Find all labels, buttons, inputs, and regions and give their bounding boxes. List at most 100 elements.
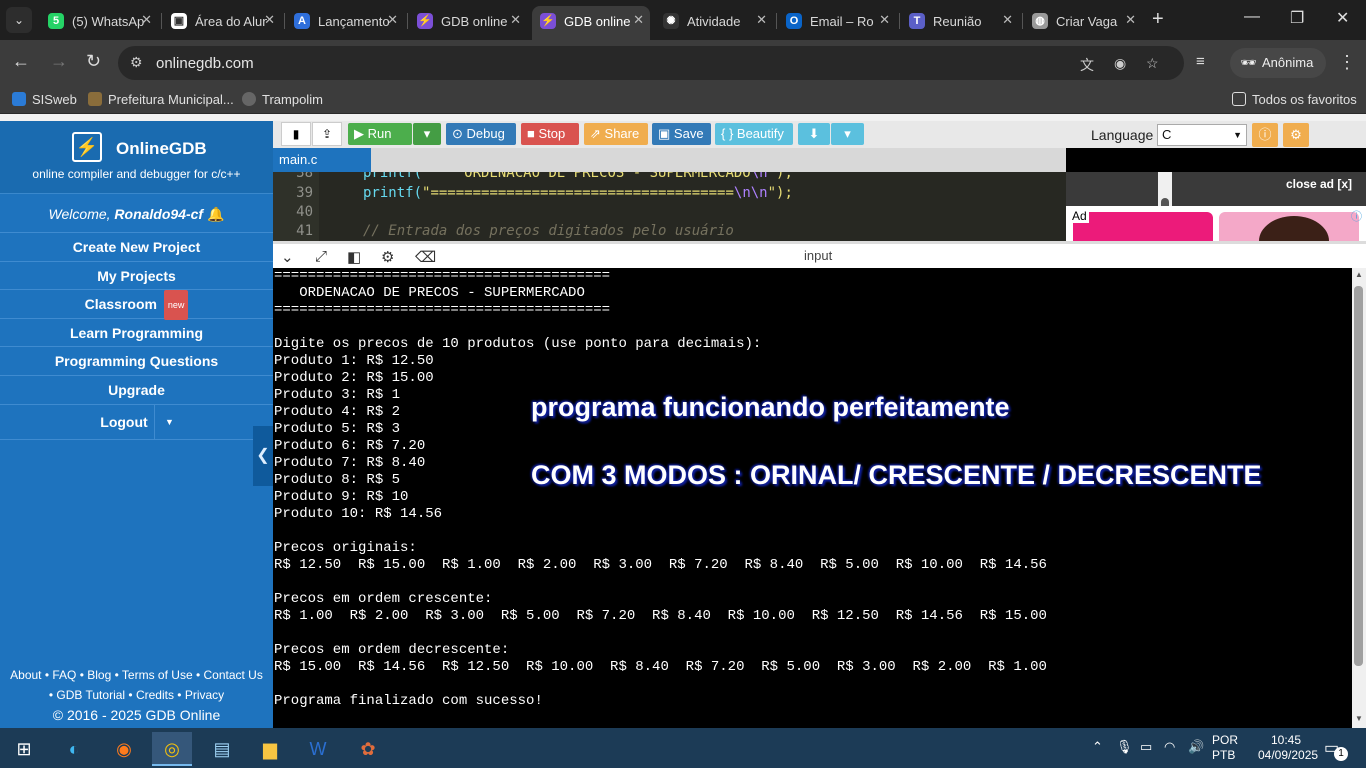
firefox-icon[interactable]: ◉ [104, 732, 144, 766]
upload-icon[interactable]: ⇪ [312, 122, 342, 146]
browser-tab[interactable]: ⚡ GDB online ✕ [532, 6, 650, 40]
browser-tab[interactable]: ✺ Atividade ✕ [655, 6, 773, 36]
battery-icon[interactable]: ▭ [1140, 739, 1152, 755]
code-editor[interactable]: 38 printf(" ORDENACAO DE PRECOS - SUPERM… [273, 172, 1066, 241]
run-options-dropdown[interactable]: ▾ [413, 123, 441, 145]
file-explorer-icon[interactable]: ▆ [250, 732, 290, 766]
forward-button[interactable]: → [50, 51, 68, 72]
info-icon[interactable]: ⓘ [1252, 123, 1278, 147]
new-file-icon[interactable]: ▮ [281, 122, 311, 146]
microphone-icon[interactable]: 🎙 [1116, 739, 1133, 755]
input-label[interactable]: input [804, 248, 832, 263]
ad-image-left[interactable] [1073, 212, 1213, 241]
ad-image-right[interactable] [1219, 212, 1359, 241]
clock[interactable]: 10:45 04/09/2025 [1258, 733, 1318, 763]
file-tab-main-c[interactable]: main.c [273, 148, 371, 172]
language-select[interactable]: C ▼ [1157, 124, 1247, 146]
wifi-icon[interactable]: ◠ [1164, 739, 1175, 755]
bookmark-trampolim[interactable]: Trampolim [242, 92, 323, 107]
tab-search-button[interactable]: ⌄ [6, 7, 32, 33]
show-hidden-icons[interactable]: ⌃ [1092, 739, 1103, 755]
close-tab-icon[interactable]: ✕ [510, 12, 521, 28]
url-text[interactable]: onlinegdb.com [156, 55, 254, 72]
bookmark-star-icon[interactable]: ☆ [1146, 55, 1159, 72]
translate-icon[interactable]: 文 [1080, 55, 1094, 75]
restore-button[interactable]: ❐ [1290, 8, 1304, 28]
word-icon[interactable]: W [298, 732, 338, 766]
browser-tab[interactable]: A Lançamentos ✕ [286, 6, 404, 36]
browser-tab[interactable]: ⚡ GDB online ✕ [409, 6, 527, 36]
close-tab-icon[interactable]: ✕ [756, 12, 767, 28]
close-tab-icon[interactable]: ✕ [387, 12, 398, 28]
download-icon[interactable]: ⬇ [798, 123, 830, 145]
beautify-button[interactable]: { } Beautify [715, 123, 793, 145]
close-tab-icon[interactable]: ✕ [879, 12, 890, 28]
sidebar-item-upgrade[interactable]: Upgrade [0, 374, 273, 404]
close-tab-icon[interactable]: ✕ [264, 12, 275, 28]
back-button[interactable]: ← [12, 51, 30, 72]
bookmark-prefeitura[interactable]: Prefeitura Municipal... [88, 92, 234, 107]
brand-header[interactable]: ⚡ OnlineGDB online compiler and debugger… [0, 121, 273, 193]
ad-banner[interactable]: Ad ⓘ [1066, 206, 1366, 241]
expand-icon[interactable]: ⤢ [315, 248, 327, 265]
close-ad-link[interactable]: close ad [x] [1286, 177, 1352, 191]
console-settings-icon[interactable]: ⚙ [381, 248, 394, 266]
close-tab-icon[interactable]: ✕ [1002, 12, 1013, 28]
collapse-sidebar-button[interactable]: ❮ [253, 426, 273, 486]
settings-gear-icon[interactable]: ⚙ [1283, 123, 1309, 147]
volume-icon[interactable]: 🔊 [1188, 739, 1204, 755]
layout-icon[interactable]: ◧ [347, 248, 361, 266]
site-info-icon[interactable]: ⚙ [130, 54, 143, 71]
sidebar-item-learn-programming[interactable]: Learn Programming [0, 317, 273, 347]
browser-tab[interactable]: ◍ Criar Vaga ✕ [1024, 6, 1142, 36]
share-button[interactable]: ⇗ Share [584, 123, 648, 145]
sidebar-item-logout[interactable]: Logout ▼ [0, 403, 273, 440]
new-tab-button[interactable]: + [1152, 8, 1164, 31]
console-scroll-thumb[interactable] [1354, 286, 1363, 666]
close-tab-icon[interactable]: ✕ [633, 12, 644, 28]
logout-dropdown-icon[interactable]: ▼ [154, 404, 184, 439]
download-dropdown[interactable]: ▾ [831, 123, 864, 145]
close-tab-icon[interactable]: ✕ [141, 12, 152, 28]
input-language[interactable]: POR PTB [1212, 733, 1238, 763]
notepad-icon[interactable]: ▤ [202, 732, 242, 766]
browser-tab[interactable]: ▣ Área do Aluno✕ [163, 6, 281, 36]
collapse-console-icon[interactable]: ⌄ [281, 248, 294, 266]
bookmark-sisweb[interactable]: SISweb [12, 92, 77, 107]
start-icon[interactable]: ⊞ [4, 732, 44, 766]
close-tab-icon[interactable]: ✕ [1125, 12, 1136, 28]
address-bar[interactable]: ⚙ onlinegdb.com 文 ◉ ☆ [118, 46, 1184, 80]
ad-info-icon[interactable]: ⓘ [1351, 208, 1362, 224]
username[interactable]: Ronaldo94-cf [114, 206, 203, 222]
scroll-down-icon[interactable]: ▼ [1355, 714, 1363, 723]
browser-tab[interactable]: O Email – Ro ✕ [778, 6, 896, 36]
app-icon[interactable]: ✿ [348, 732, 388, 766]
debug-button[interactable]: ⊙ Debug [446, 123, 516, 145]
browser-menu-icon[interactable]: ⋮ [1338, 52, 1356, 73]
clear-console-icon[interactable]: ⌫ [415, 248, 436, 266]
console-output[interactable]: ========================================… [273, 268, 1352, 728]
sidebar-item-my-projects[interactable]: My Projects [0, 260, 273, 290]
reload-button[interactable]: ↻ [86, 51, 101, 72]
sidebar-item-classroom[interactable]: Classroom new [0, 289, 273, 321]
footer-links-2[interactable]: • GDB Tutorial • Credits • Privacy [0, 685, 273, 705]
browser-tab[interactable]: 5 (5) WhatsApp ✕ [40, 6, 158, 36]
stop-button[interactable]: ■ Stop [521, 123, 579, 145]
browser-tab[interactable]: T Reunião ✕ [901, 6, 1019, 36]
footer-links-1[interactable]: About • FAQ • Blog • Terms of Use • Cont… [0, 665, 273, 685]
minimize-button[interactable]: — [1244, 8, 1260, 26]
incognito-indicator[interactable]: 🕶 Anônima [1230, 48, 1326, 78]
bell-icon[interactable]: 🔔 [207, 206, 224, 222]
all-bookmarks-folder[interactable]: Todos os favoritos [1232, 92, 1357, 107]
scroll-up-icon[interactable]: ▲ [1355, 270, 1363, 279]
console-scrollbar[interactable]: ▲ ▼ [1352, 268, 1366, 728]
run-button[interactable]: ▶ Run [348, 123, 412, 145]
chrome-icon[interactable]: ◎ [152, 732, 192, 766]
media-controls-icon[interactable]: ≡ [1196, 53, 1205, 70]
save-button[interactable]: ▣ Save [652, 123, 711, 145]
sidebar-item-programming-questions[interactable]: Programming Questions [0, 346, 273, 375]
edge-icon[interactable]: ◐ [54, 732, 94, 766]
tracking-protection-icon[interactable]: ◉ [1114, 55, 1126, 72]
close-window-button[interactable]: ✕ [1336, 8, 1349, 28]
sidebar-item-create-new-project[interactable]: Create New Project [0, 232, 273, 261]
